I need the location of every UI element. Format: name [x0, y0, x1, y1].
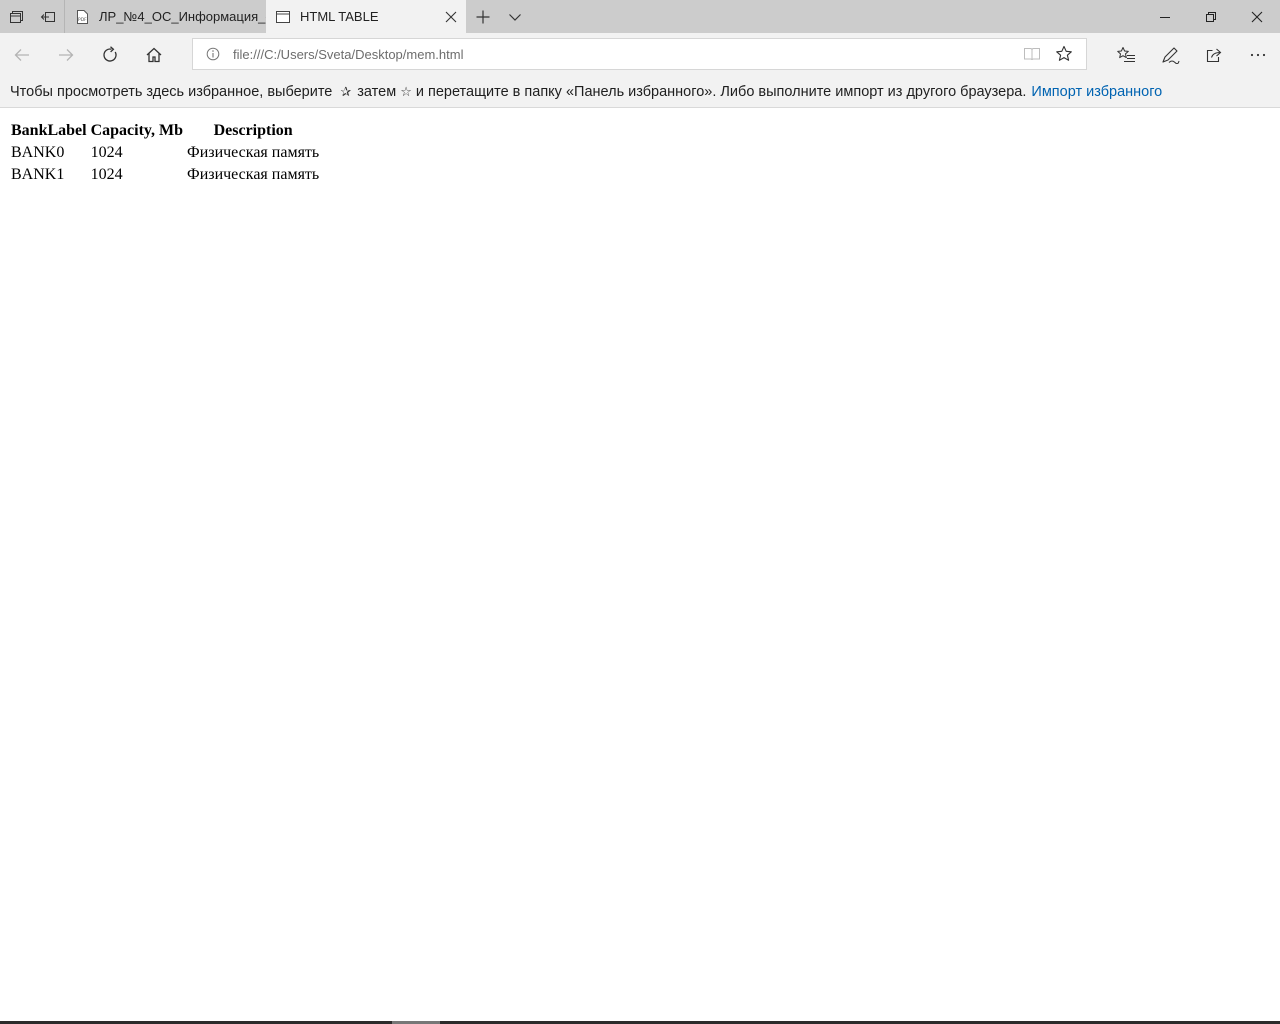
- cell-description: Физическая память: [187, 166, 320, 183]
- cell-capacity: 1024: [90, 166, 123, 183]
- column-header-capacity: Capacity, Mb: [90, 122, 184, 139]
- svg-text:PDF: PDF: [78, 17, 87, 23]
- settings-more-button[interactable]: [1236, 33, 1280, 76]
- share-button[interactable]: [1192, 33, 1236, 76]
- star-icon: [1056, 45, 1072, 61]
- favorites-list-icon: ✰: [340, 83, 352, 99]
- web-note-button[interactable]: [1148, 33, 1192, 76]
- cell-banklabel: BANK1: [11, 166, 65, 183]
- more-icon: [1250, 53, 1266, 56]
- tab-title: ЛР_№4_ОС_Информация_о: [99, 9, 266, 24]
- pen-icon: [1162, 46, 1180, 64]
- memory-table: BankLabel Capacity, Mb Description BANK0…: [8, 119, 322, 187]
- table-row: BANK0 1024 Физическая память: [10, 143, 320, 163]
- column-header-description: Description: [213, 122, 293, 139]
- arrow-right-icon: [59, 48, 74, 61]
- cell-capacity: 1024: [90, 144, 123, 161]
- refresh-icon: [103, 45, 117, 62]
- tabs-overview-icon: [10, 10, 23, 23]
- close-window-button[interactable]: [1234, 0, 1280, 33]
- favorites-hint-text: Чтобы просмотреть здесь избранное, выбер…: [10, 83, 333, 100]
- tab-overview-button[interactable]: [0, 0, 32, 33]
- info-icon: [206, 47, 220, 61]
- home-icon: [146, 47, 162, 62]
- minimize-button[interactable]: [1142, 0, 1188, 33]
- favorites-hint-text: затем: [357, 83, 397, 100]
- home-button[interactable]: [132, 33, 176, 76]
- reading-view-button[interactable]: [1016, 39, 1048, 69]
- tab-bar: PDF ЛР_№4_ОС_Информация_о HTML TABLE: [0, 0, 1280, 33]
- favorites-bar: Чтобы просмотреть здесь избранное, выбер…: [0, 76, 1280, 108]
- import-favorites-link[interactable]: Импорт избранного: [1031, 84, 1162, 100]
- favorites-hint-text: и перетащите в папку «Панель избранного»…: [415, 83, 1027, 100]
- page-content: BankLabel Capacity, Mb Description BANK0…: [0, 109, 1280, 1021]
- cell-description: Физическая память: [187, 144, 320, 161]
- page-icon: [276, 10, 290, 24]
- pdf-icon: PDF: [75, 9, 89, 24]
- browser-window: PDF ЛР_№4_ОС_Информация_о HTML TABLE fil…: [0, 0, 1280, 1024]
- restore-button[interactable]: [1188, 0, 1234, 33]
- column-header-banklabel: BankLabel: [11, 122, 87, 139]
- tab-preview-button[interactable]: [500, 0, 530, 33]
- new-tab-button[interactable]: [466, 0, 500, 33]
- share-icon: [1206, 48, 1222, 62]
- close-icon: [1251, 11, 1263, 22]
- favorites-list-icon: [1117, 46, 1135, 62]
- tab-pdf-document[interactable]: PDF ЛР_№4_ОС_Информация_о: [64, 0, 266, 33]
- star-icon: ☆: [400, 83, 412, 99]
- minimize-icon: [1160, 16, 1170, 18]
- set-aside-tabs-icon: [40, 11, 55, 22]
- close-tab-button[interactable]: [436, 0, 466, 33]
- navigation-bar: [0, 33, 1280, 76]
- refresh-button[interactable]: [88, 33, 132, 76]
- address-bar[interactable]: [192, 38, 1087, 70]
- site-info-button[interactable]: [193, 39, 233, 69]
- arrow-left-icon: [14, 48, 29, 61]
- set-aside-tabs-button[interactable]: [32, 0, 64, 33]
- chevron-down-icon: [509, 13, 521, 21]
- table-header-row: BankLabel Capacity, Mb Description: [10, 121, 320, 141]
- forward-button[interactable]: [44, 33, 88, 76]
- close-icon: [445, 11, 457, 22]
- tab-title: HTML TABLE: [300, 9, 379, 24]
- add-to-favorites-button[interactable]: [1048, 39, 1080, 69]
- favorites-hub-button[interactable]: [1104, 33, 1148, 76]
- cell-banklabel: BANK0: [11, 144, 65, 161]
- table-row: BANK1 1024 Физическая память: [10, 165, 320, 185]
- restore-icon: [1206, 11, 1216, 22]
- back-button[interactable]: [0, 33, 44, 76]
- address-input[interactable]: [233, 39, 1016, 69]
- plus-icon: [476, 10, 490, 23]
- reading-view-icon: [1024, 48, 1040, 61]
- tab-html-table[interactable]: HTML TABLE: [266, 0, 466, 33]
